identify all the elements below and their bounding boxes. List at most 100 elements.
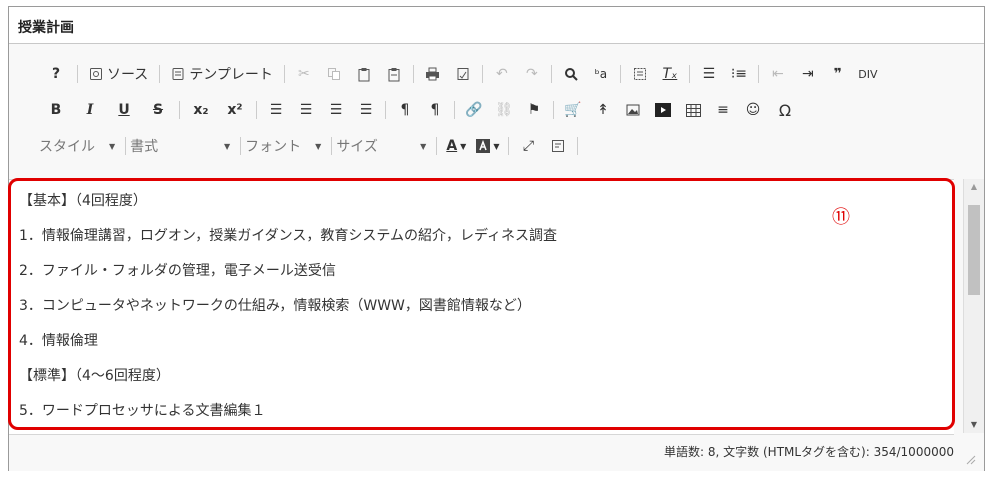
show-blocks-button[interactable]: [548, 134, 568, 158]
image-button[interactable]: [623, 98, 643, 122]
replace-button[interactable]: ᵇa: [591, 62, 611, 86]
justify-button[interactable]: ☰: [356, 98, 376, 122]
text-color-button[interactable]: A ▼: [446, 134, 466, 158]
align-center-button[interactable]: ☰: [296, 98, 316, 122]
resize-handle-icon[interactable]: [966, 455, 976, 465]
background-color-icon: [476, 139, 491, 153]
font-dropdown[interactable]: フォント ▼: [245, 134, 321, 158]
source-button[interactable]: ソース: [87, 62, 150, 86]
italic-button[interactable]: I: [78, 98, 102, 122]
toolbar-separator: [77, 65, 78, 83]
strikethrough-button[interactable]: S: [146, 98, 170, 122]
cart-button[interactable]: 🛒: [563, 98, 583, 122]
select-all-icon: [633, 68, 646, 80]
paste-text-button[interactable]: [384, 62, 404, 86]
search-button[interactable]: [561, 62, 581, 86]
source-label: ソース: [107, 67, 149, 83]
font-dropdown-label: フォント: [245, 139, 302, 155]
horizontal-rule-button[interactable]: ≡: [713, 98, 733, 122]
format-dropdown[interactable]: 書式 ▼: [130, 134, 230, 158]
bulleted-list-icon: ⁝≡: [730, 66, 747, 82]
indent-button[interactable]: ⇥: [798, 62, 818, 86]
paste-icon: [358, 67, 370, 81]
panel-title: 授業計画: [18, 20, 74, 36]
find-replace-button[interactable]: [453, 62, 473, 86]
ltr-button[interactable]: ¶: [395, 98, 415, 122]
pin-button[interactable]: ↟: [593, 98, 613, 122]
unlink-icon: ⛓: [495, 102, 513, 118]
align-left-icon: ☰: [269, 102, 283, 118]
unlink-button[interactable]: ⛓: [494, 98, 514, 122]
video-button[interactable]: [653, 98, 673, 122]
chevron-down-icon: ▼: [420, 141, 427, 151]
scroll-up-arrow-icon[interactable]: ▲: [964, 179, 984, 195]
table-icon: [685, 103, 701, 117]
cut-button[interactable]: ✂: [294, 62, 314, 86]
editor-scrollbar[interactable]: ▲ ▼: [963, 179, 984, 433]
scroll-down-arrow-icon[interactable]: ▼: [964, 417, 984, 433]
search-icon: [564, 68, 578, 81]
content-line: 1．情報倫理講習，ログオン，授業ガイダンス，教育システムの紹介，レディネス調査: [19, 228, 557, 244]
cart-icon: 🛒: [564, 102, 582, 118]
emoji-button[interactable]: ☺: [743, 98, 763, 122]
align-right-button[interactable]: ☰: [326, 98, 346, 122]
rtl-button[interactable]: ¶: [425, 98, 445, 122]
redo-button[interactable]: ↷: [522, 62, 542, 86]
bulleted-list-button[interactable]: ⁝≡: [729, 62, 749, 86]
editor-content-area[interactable]: 【基本】（4回程度） 1．情報倫理講習，ログオン，授業ガイダンス，教育システムの…: [9, 179, 954, 435]
align-center-icon: ☰: [299, 102, 313, 118]
spellcheck-icon: [457, 68, 469, 80]
redo-icon: ↷: [526, 66, 538, 82]
chevron-down-icon: ▼: [315, 141, 322, 151]
class-plan-panel: 授業計画 ? ソース テンプレート ✂ ↶ ↷ ᵇa Tₓ ☰ ⁝≡ ⇤ ⇥ ❞…: [8, 6, 985, 471]
help-button[interactable]: ?: [44, 62, 68, 86]
toolbar-separator: [125, 137, 127, 155]
rtl-icon: ¶: [430, 102, 440, 118]
toolbar-separator: [256, 101, 257, 119]
anchor-button[interactable]: ⚑: [524, 98, 544, 122]
numbered-list-icon: ☰: [702, 66, 716, 82]
div-container-button[interactable]: DIV: [858, 62, 878, 86]
scrollbar-thumb[interactable]: [968, 205, 980, 295]
outdent-button[interactable]: ⇤: [768, 62, 788, 86]
video-icon: [655, 103, 671, 117]
superscript-button[interactable]: x²: [223, 98, 247, 122]
size-dropdown-label: サイズ: [336, 139, 378, 155]
maximize-icon: ⤢: [522, 138, 535, 154]
underline-button[interactable]: U: [112, 98, 136, 122]
toolbar-row-1: ? ソース テンプレート ✂ ↶ ↷ ᵇa Tₓ ☰ ⁝≡ ⇤ ⇥ ❞ DIV: [39, 61, 964, 87]
remove-format-button[interactable]: Tₓ: [660, 62, 680, 86]
special-char-button[interactable]: Ω: [773, 98, 797, 122]
copy-button[interactable]: [324, 62, 344, 86]
template-button[interactable]: テンプレート: [169, 62, 275, 86]
size-dropdown[interactable]: サイズ ▼: [336, 134, 426, 158]
content-line: 5．ワードプロセッサによる文書編集１: [19, 403, 266, 419]
toolbar-separator: [619, 65, 621, 83]
table-button[interactable]: [683, 98, 703, 122]
align-left-button[interactable]: ☰: [266, 98, 286, 122]
maximize-button[interactable]: ⤢: [518, 134, 538, 158]
link-icon: 🔗: [465, 102, 483, 118]
select-all-button[interactable]: [630, 62, 650, 86]
toolbar-separator: [550, 65, 552, 83]
link-button[interactable]: 🔗: [464, 98, 484, 122]
print-button[interactable]: [423, 62, 443, 86]
copy-icon: [327, 68, 340, 80]
style-dropdown[interactable]: スタイル ▼: [39, 134, 115, 158]
format-dropdown-label: 書式: [130, 139, 159, 155]
toolbar-separator: [240, 137, 242, 155]
background-color-button[interactable]: ▼: [476, 134, 499, 158]
content-line: 【標準】（4～6回程度）: [19, 368, 170, 384]
toolbar-separator: [331, 137, 333, 155]
bold-button[interactable]: B: [44, 98, 68, 122]
content-line: 【基本】（4回程度）: [19, 193, 147, 209]
subscript-button[interactable]: x₂: [189, 98, 213, 122]
numbered-list-button[interactable]: ☰: [699, 62, 719, 86]
chevron-down-icon: ▼: [109, 141, 116, 151]
blockquote-button[interactable]: ❞: [828, 62, 848, 86]
toolbar-separator: [159, 65, 161, 83]
quote-icon: ❞: [833, 66, 843, 82]
paste-button[interactable]: [354, 62, 374, 86]
undo-button[interactable]: ↶: [492, 62, 512, 86]
chevron-down-icon: ▼: [493, 141, 500, 151]
